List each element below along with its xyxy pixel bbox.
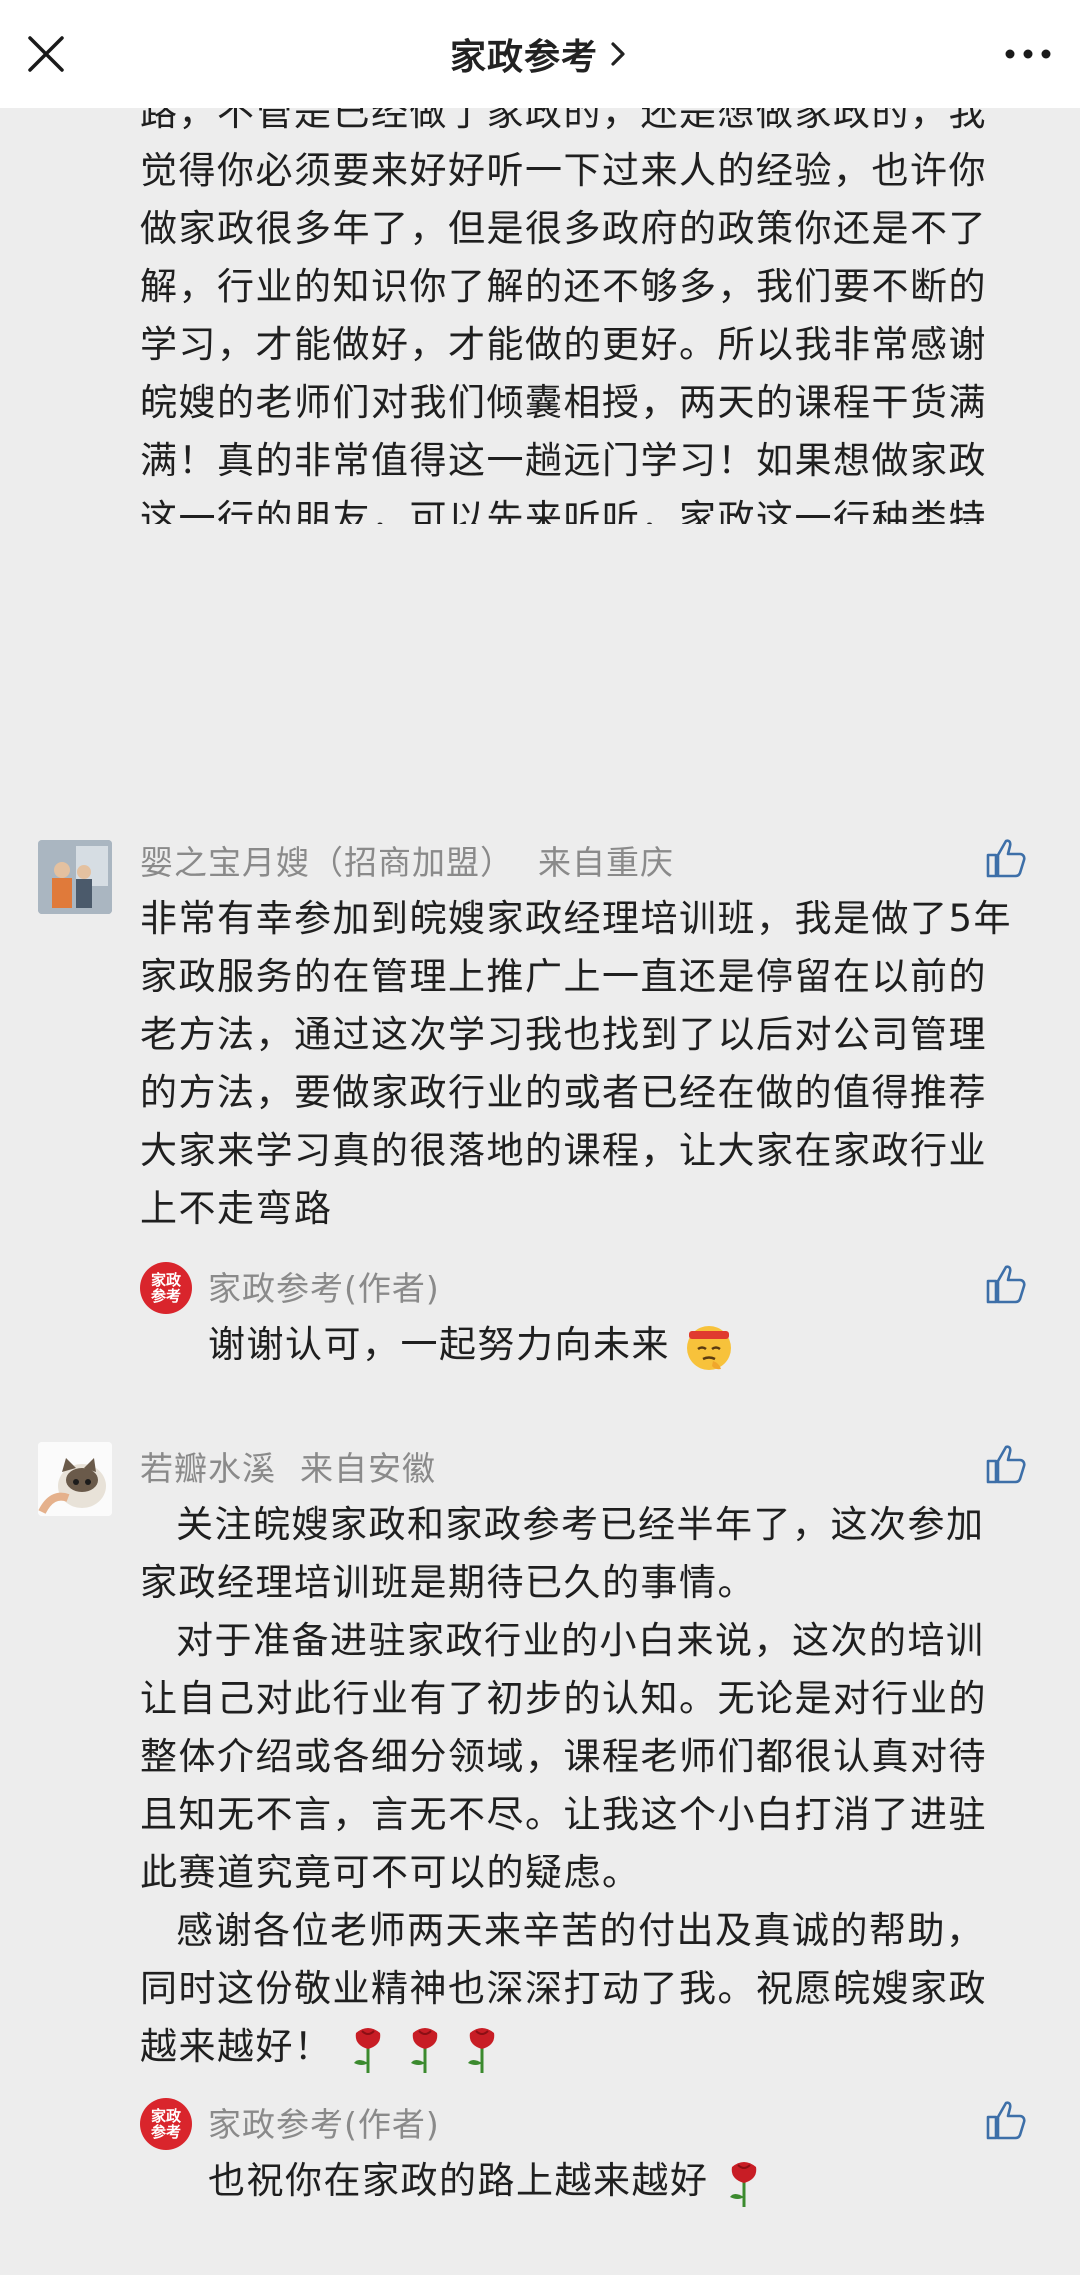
comment-paragraph: 非常有幸参加到皖嫂家政经理培训班，我是做了5年家政服务的在管理上推广上一直还是停…	[140, 897, 1013, 1230]
comment-text: 关注皖嫂家政和家政参考已经半年了，这次参加家政经理培训班是期待已久的事情。 对于…	[140, 1496, 1020, 2076]
rose-emoji-icon	[468, 2027, 495, 2073]
comment-author-row: 若瓣水溪 来自安徽	[140, 1442, 436, 1490]
avatar-photo	[38, 840, 112, 914]
close-icon[interactable]	[22, 30, 70, 78]
reply-author-name[interactable]: 家政参考(作者)	[208, 1262, 440, 1310]
reply-text-content: 谢谢认可，一起努力向未来	[208, 1323, 670, 1366]
comment-location: 来自安徽	[300, 1449, 436, 1488]
like-icon[interactable]	[984, 836, 1028, 880]
like-icon[interactable]	[984, 2098, 1028, 2142]
comment-paragraph: 关注皖嫂家政和家政参考已经半年了，这次参加家政经理培训班是期待已久的事情。	[140, 1503, 985, 1604]
comment-paragraph-text: 感谢各位老师两天来辛苦的付出及真诚的帮助，同时这份敬业精神也深深打动了我。祝愿皖…	[140, 1909, 987, 2068]
comment-text: 路，不管是已经做了家政的，还是想做家政的，我觉得你必须要来好好听一下过来人的经验…	[140, 84, 1020, 524]
cat-avatar-icon	[38, 1442, 112, 1516]
chevron-right-icon	[611, 42, 625, 66]
author-logo[interactable]: 家政参考	[140, 2098, 192, 2150]
comment-location: 来自重庆	[538, 843, 674, 882]
determined-face-emoji-icon	[687, 1325, 732, 1370]
avatar[interactable]	[38, 840, 112, 914]
page-title: 家政参考	[449, 37, 598, 78]
reply-text-content: 也祝你在家政的路上越来越好	[208, 2159, 709, 2202]
avatar[interactable]	[38, 1442, 112, 1516]
page-title-link[interactable]: 家政参考	[450, 28, 630, 80]
reply-text: 谢谢认可，一起努力向未来	[208, 1314, 735, 1373]
rose-emoji-icon	[729, 2161, 757, 2207]
rose-emoji-icon	[411, 2027, 438, 2073]
reply-text: 也祝你在家政的路上越来越好	[208, 2150, 766, 2209]
comment-paragraph: 对于准备进驻家政行业的小白来说，这次的培训让自己对此行业有了初步的认知。无论是对…	[140, 1619, 987, 1894]
comment-paragraph: 感谢各位老师两天来辛苦的付出及真诚的帮助，同时这份敬业精神也深深打动了我。祝愿皖…	[140, 1902, 1020, 2076]
more-icon[interactable]	[998, 30, 1058, 78]
comment-author-name[interactable]: 若瓣水溪	[140, 1449, 276, 1488]
author-logo-text: 家政参考	[150, 2107, 181, 2141]
reply-author-name[interactable]: 家政参考(作者)	[208, 2098, 440, 2146]
top-bar: 家政参考	[0, 0, 1080, 108]
comment-paragraph: 路，不管是已经做了家政的，还是想做家政的，我觉得你必须要来好好听一下过来人的经验…	[140, 91, 987, 524]
comment-author-row: 婴之宝月嫂（招商加盟） 来自重庆	[140, 836, 674, 884]
comment-author-name[interactable]: 婴之宝月嫂（招商加盟）	[140, 843, 514, 882]
comment-text: 非常有幸参加到皖嫂家政经理培训班，我是做了5年家政服务的在管理上推广上一直还是停…	[140, 890, 1020, 1240]
like-icon[interactable]	[984, 1442, 1028, 1486]
author-logo-text: 家政参考	[150, 1271, 181, 1305]
rose-emoji-icon	[353, 2027, 381, 2073]
author-logo[interactable]: 家政参考	[140, 1262, 192, 1314]
like-icon[interactable]	[984, 1262, 1028, 1306]
